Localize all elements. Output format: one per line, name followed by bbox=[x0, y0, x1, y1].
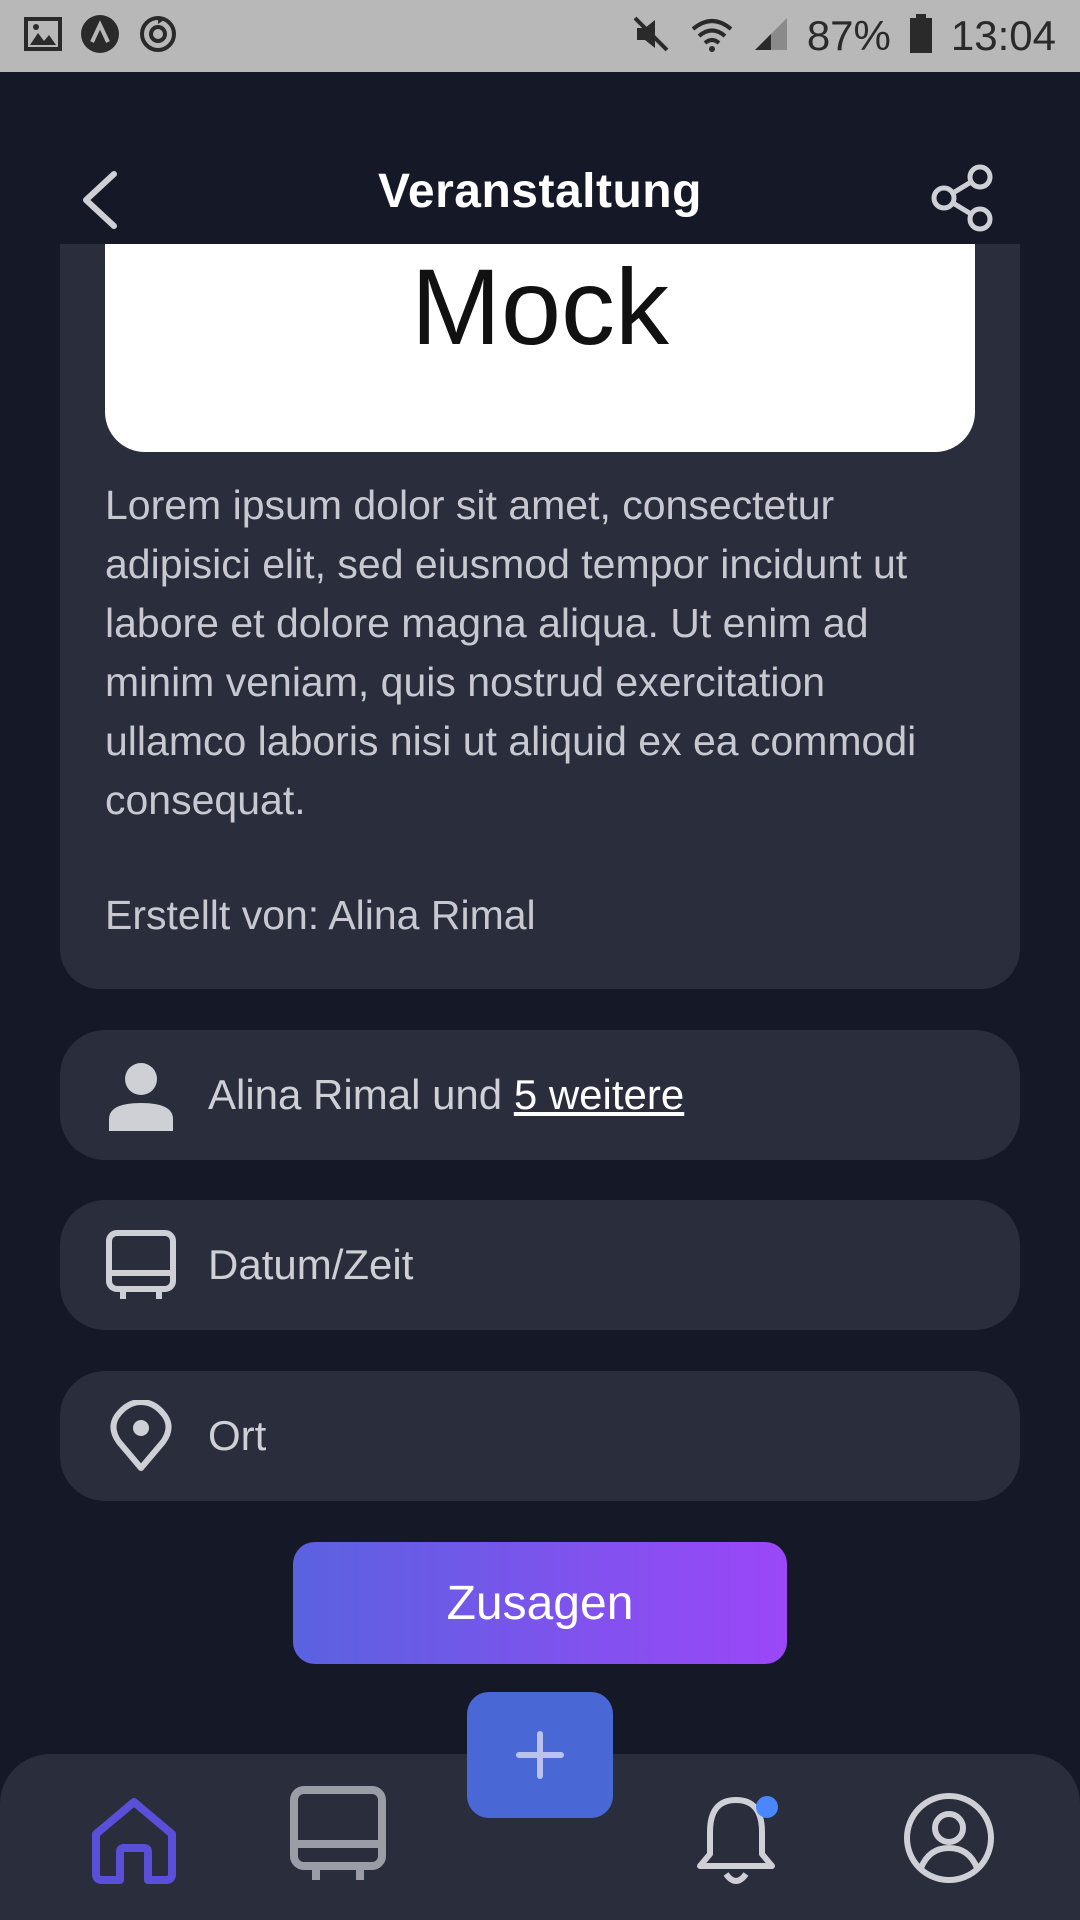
status-bar-right: 87% 13:04 bbox=[631, 12, 1056, 60]
share-icon bbox=[931, 164, 993, 232]
event-description: Lorem ipsum dolor sit amet, consectetur … bbox=[105, 482, 917, 823]
event-image: Mock bbox=[105, 244, 975, 452]
app-notification-icon bbox=[80, 14, 120, 59]
home-icon bbox=[92, 1798, 176, 1884]
signal-icon bbox=[753, 16, 789, 57]
page-title: Veranstaltung bbox=[378, 165, 702, 218]
add-event-button[interactable] bbox=[467, 1692, 613, 1818]
more-attendees-link[interactable]: 5 weitere bbox=[514, 1071, 684, 1118]
location-label: Ort bbox=[208, 1412, 267, 1459]
event-creator: Erstellt von: Alina Rimal bbox=[105, 892, 536, 938]
mute-icon bbox=[631, 14, 671, 59]
location-pin-icon bbox=[104, 1399, 178, 1473]
calendar-nav-icon bbox=[290, 1786, 386, 1880]
notification-badge bbox=[756, 1796, 778, 1818]
nav-profile[interactable] bbox=[899, 1788, 999, 1888]
event-image-text: Mock bbox=[410, 246, 670, 367]
datetime-row[interactable]: Datum/Zeit bbox=[60, 1200, 1020, 1330]
attendees-row: Alina Rimal und 5 weitere bbox=[60, 1030, 1020, 1160]
location-row[interactable]: Ort bbox=[60, 1371, 1020, 1501]
clock: 13:04 bbox=[950, 12, 1056, 59]
calendar-icon bbox=[104, 1228, 178, 1302]
person-icon bbox=[104, 1058, 178, 1132]
plus-icon bbox=[516, 1731, 564, 1779]
attendees-text: Alina Rimal und bbox=[208, 1071, 514, 1118]
gallery-icon bbox=[24, 16, 62, 56]
datetime-label: Datum/Zeit bbox=[208, 1241, 414, 1288]
status-bar: 87% 13:04 bbox=[0, 0, 1080, 72]
sync-icon bbox=[138, 14, 178, 59]
battery-icon bbox=[909, 13, 933, 59]
accept-button[interactable]: Zusagen bbox=[293, 1542, 787, 1664]
nav-calendar[interactable] bbox=[288, 1784, 388, 1884]
nav-home[interactable] bbox=[84, 1790, 184, 1890]
battery-percent: 87% bbox=[806, 12, 891, 59]
wifi-icon bbox=[689, 15, 735, 58]
profile-icon bbox=[904, 1793, 994, 1883]
share-button[interactable] bbox=[928, 163, 998, 233]
status-bar-left bbox=[24, 14, 178, 59]
